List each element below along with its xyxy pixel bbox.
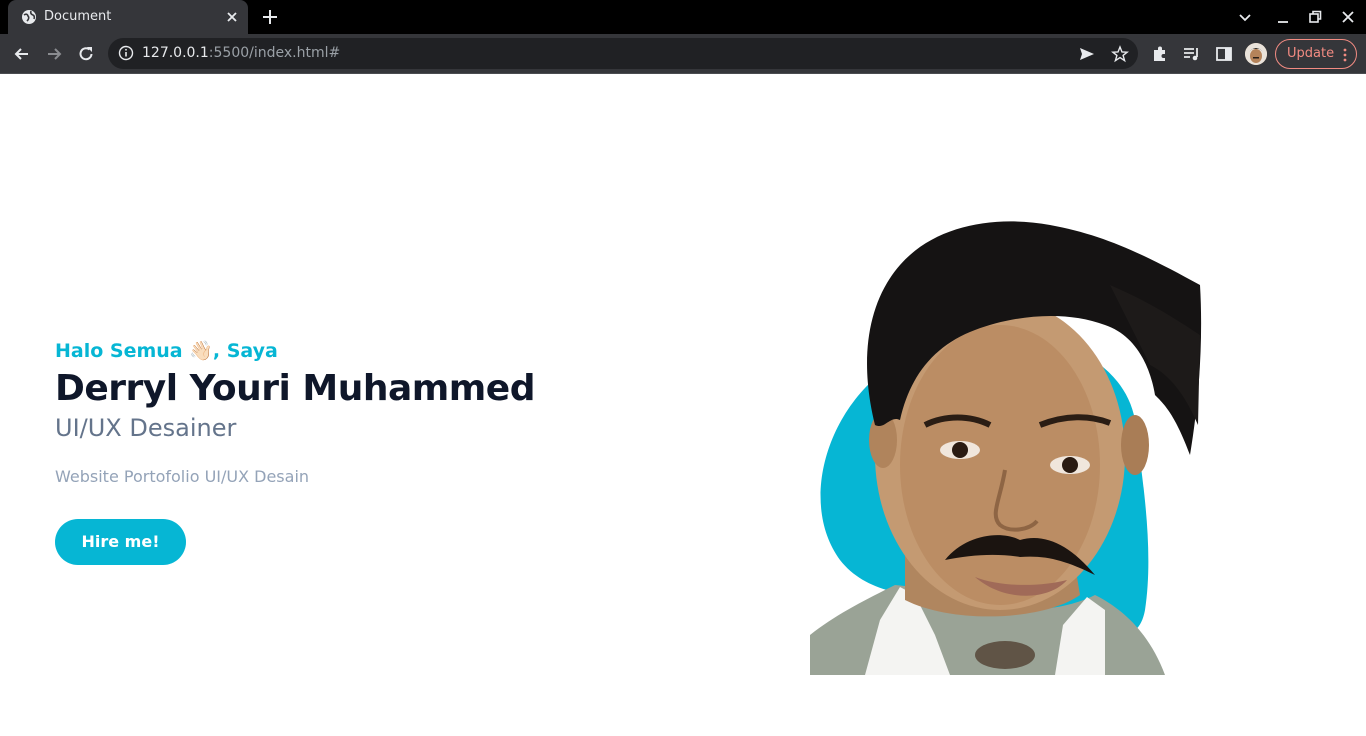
side-panel-icon[interactable] xyxy=(1214,44,1234,64)
url-text[interactable]: 127.0.0.1:5500/index.html# xyxy=(142,45,340,61)
hire-me-button[interactable]: Hire me! xyxy=(55,519,186,565)
profile-photo xyxy=(810,221,1202,675)
close-tab-icon[interactable] xyxy=(224,9,240,25)
url-host: 127.0.0.1 xyxy=(142,45,209,61)
hero-role: UI/UX Desainer xyxy=(55,414,237,442)
extensions-puzzle-icon[interactable] xyxy=(1150,44,1170,64)
url-path: :5500/index.html# xyxy=(208,45,341,61)
hero-greeting: Halo Semua 👋🏻, Saya xyxy=(55,340,278,362)
hero-description: Website Portofolio UI/UX Desain xyxy=(55,467,310,486)
media-queue-icon[interactable] xyxy=(1182,44,1202,64)
avatar-image-icon xyxy=(1245,43,1267,65)
tab-document[interactable]: Document xyxy=(8,0,248,34)
forward-arrow-icon[interactable] xyxy=(44,44,64,64)
restore-icon[interactable] xyxy=(1306,8,1324,26)
back-arrow-icon[interactable] xyxy=(12,44,32,64)
browser-toolbar: 127.0.0.1:5500/index.html# Update xyxy=(0,34,1366,74)
menu-dots-icon xyxy=(1343,48,1347,62)
update-label: Update xyxy=(1287,46,1335,61)
tab-strip: Document xyxy=(0,0,1366,34)
hero-section: Halo Semua 👋🏻, Saya Derryl Youri Muhamme… xyxy=(0,75,1366,736)
tab-title: Document xyxy=(44,9,112,24)
bookmark-star-icon[interactable] xyxy=(1111,45,1129,63)
reload-icon[interactable] xyxy=(76,44,96,64)
update-button[interactable]: Update xyxy=(1275,39,1357,69)
address-bar[interactable]: 127.0.0.1:5500/index.html# xyxy=(108,38,1138,69)
close-window-icon[interactable] xyxy=(1339,8,1357,26)
tab-search-chevron-icon[interactable] xyxy=(1236,8,1254,26)
globe-icon xyxy=(22,10,36,24)
profile-avatar[interactable] xyxy=(1245,43,1267,65)
send-icon[interactable] xyxy=(1078,45,1096,63)
hero-name: Derryl Youri Muhammed xyxy=(55,368,535,409)
site-info-icon[interactable] xyxy=(118,45,134,61)
minimize-icon[interactable] xyxy=(1274,8,1292,26)
new-tab-icon[interactable] xyxy=(261,8,279,26)
